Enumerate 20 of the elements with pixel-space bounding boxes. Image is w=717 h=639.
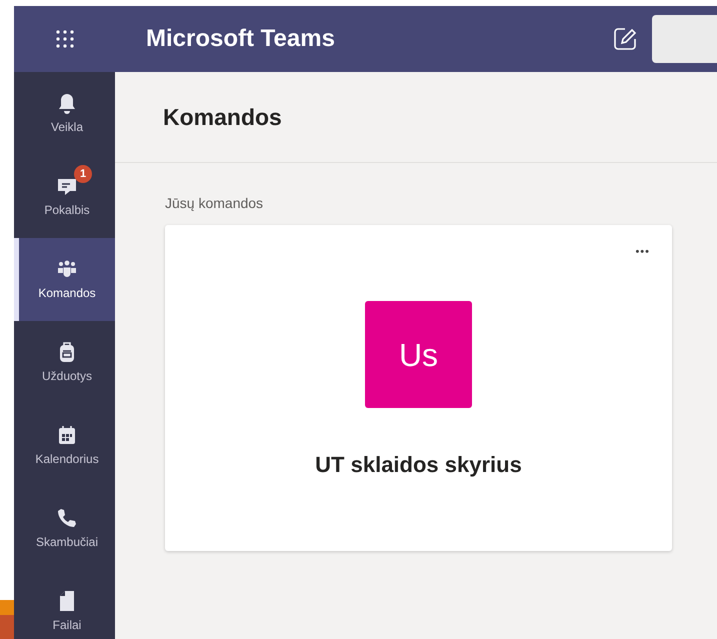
rail-item[interactable]: 1 Pokalbis	[14, 155, 115, 238]
rail-item[interactable]: Kalendorius	[14, 404, 115, 487]
search-field[interactable]	[652, 15, 717, 63]
team-avatar: Us	[365, 301, 472, 408]
app-grid-icon[interactable]	[54, 29, 74, 49]
notification-badge: 1	[74, 165, 92, 183]
page-title: Komandos	[163, 102, 282, 132]
section-label: Jūsų komandos	[165, 194, 264, 213]
rail-item[interactable]: Veikla	[14, 72, 115, 155]
app-title: Microsoft Teams	[146, 24, 335, 54]
rail-item[interactable]: Failai	[14, 570, 115, 639]
rail-item[interactable]: Užduotys	[14, 321, 115, 404]
rail-item[interactable]: Skambučiai	[14, 487, 115, 570]
background-shape	[0, 600, 14, 639]
compose-button[interactable]	[612, 26, 638, 52]
rail-item[interactable]: Komandos	[14, 238, 115, 321]
team-card[interactable]: ••• Us UT sklaidos skyrius	[165, 225, 672, 551]
phone-icon	[55, 506, 79, 530]
more-options-button[interactable]: •••	[635, 247, 650, 258]
team-name: UT sklaidos skyrius	[315, 451, 522, 479]
